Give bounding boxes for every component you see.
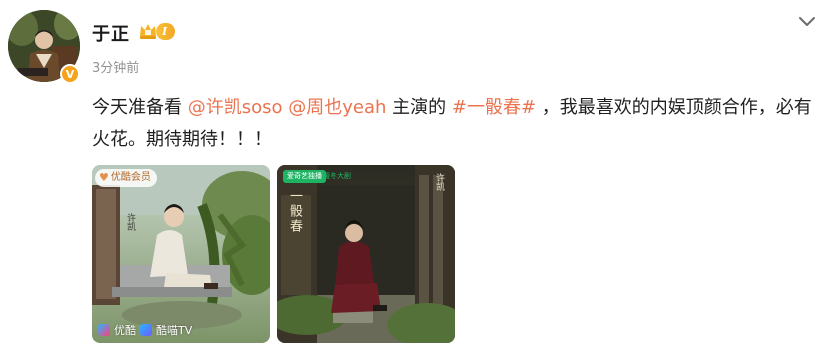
vip-tag: ♥ 优酷会员 [95,169,157,187]
post-text: 今天准备看 @许凯soso @周也yeah 主演的 #一骰春# ，我最喜欢的内娱… [92,92,812,156]
poster-actor-name: 许凯 [125,213,135,231]
poster-actor-name: 许凯 [434,173,444,191]
mention-link[interactable]: @许凯soso [188,97,283,118]
post-image[interactable]: ♥ 优酷会员 许凯 优酷 酷喵TV [92,165,270,343]
weibo-post: V 于正 I 3分钟前 今天准备看 @许凯soso @周也yeah 主演的 #一… [0,0,825,348]
youku-logo-icon [98,324,110,336]
post-timestamp[interactable]: 3分钟前 [92,57,139,76]
poster-drama-title: 一骰春 [287,189,302,234]
topic-link[interactable]: #一骰春# [452,97,536,118]
mention-link[interactable]: @周也yeah [288,97,386,118]
level-badge: I [156,23,176,40]
image-watermark: 优酷 酷喵TV [98,322,192,338]
chevron-down-icon[interactable] [797,14,817,30]
platform-tag-secondary: 暖冬大剧 [323,172,351,180]
vip-tag-label: 优酷会员 [110,172,151,183]
watermark-label: 优酷 [114,324,136,337]
author-name[interactable]: 于正 [92,20,130,46]
post-text-segment: 今天准备看 [92,97,188,118]
post-text-segment: 主演的 [386,97,452,118]
watermark-label: 酷喵TV [156,324,193,337]
post-image[interactable]: 爱奇艺独播 暖冬大剧 一骰春 许凯 [277,165,455,343]
heart-icon: ♥ [99,171,109,184]
verified-badge-icon: V [60,64,80,84]
kumiao-logo-icon [140,324,152,336]
